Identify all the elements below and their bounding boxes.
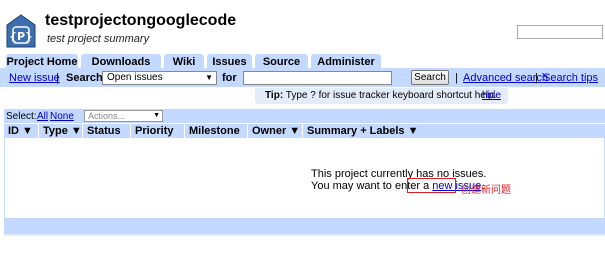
main-tabs: Project Home Downloads Wiki Issues Sourc… (6, 54, 381, 69)
tab-project-home[interactable]: Project Home (6, 54, 78, 69)
search-button[interactable]: Search (411, 70, 449, 85)
svg-text:{P}: {P} (9, 30, 33, 43)
select-bar: Select: All None Actions... ▼ (4, 109, 605, 123)
issue-table-body (4, 138, 605, 218)
tab-downloads[interactable]: Downloads (81, 54, 161, 69)
tip-box: Tip: Type ? for issue tracker keyboard s… (255, 88, 508, 104)
search-tips-link[interactable]: Search tips (543, 72, 598, 84)
dropdown-arrow-icon: ▼ (153, 112, 160, 119)
search-label: Search (66, 72, 103, 84)
separator: | (535, 72, 538, 84)
select-all-link[interactable]: All (37, 111, 48, 122)
column-type[interactable]: Type ▼ (38, 124, 82, 138)
project-name[interactable]: testprojectongooglecode (45, 12, 236, 30)
annotation-text: 创建新问题 (461, 185, 511, 196)
tab-administer[interactable]: Administer (311, 54, 381, 69)
issue-search-bar: New issue | Search Open issues ▼ for Sea… (0, 69, 605, 87)
actions-placeholder: Actions... (88, 111, 126, 121)
project-summary: test project summary (47, 33, 150, 45)
dropdown-arrow-icon: ▼ (205, 73, 213, 82)
tab-wiki[interactable]: Wiki (164, 54, 204, 69)
issue-query-input[interactable] (243, 71, 392, 85)
hide-tip-link[interactable]: hide (482, 90, 501, 101)
enter-issue-message: You may want to enter a new issue. (311, 180, 484, 192)
column-id[interactable]: ID ▼ (4, 124, 36, 138)
column-status[interactable]: Status ▼ (82, 124, 130, 151)
select-none-link[interactable]: None (50, 111, 74, 122)
tip-message: Type ? for issue tracker keyboard shortc… (285, 90, 497, 101)
no-issues-message: This project currently has no issues. (311, 168, 487, 180)
footer-divider (4, 234, 605, 236)
actions-select[interactable]: Actions... ▼ (84, 110, 163, 122)
select-label: Select: (6, 111, 37, 122)
project-logo-icon[interactable]: {P} (6, 14, 36, 48)
column-priority[interactable]: Priority ▼ (130, 124, 184, 151)
column-summary-labels[interactable]: Summary + Labels ▼ (302, 124, 422, 138)
column-milestone[interactable]: Milestone ▼ (184, 124, 247, 151)
tab-source[interactable]: Source (255, 54, 308, 69)
tip-text: Tip: Type ? for issue tracker keyboard s… (265, 90, 496, 101)
issue-table-footer (4, 218, 605, 234)
column-owner[interactable]: Owner ▼ (247, 124, 302, 138)
site-search-input[interactable] (517, 25, 603, 39)
tip-prefix: Tip: (265, 90, 284, 101)
search-scope-select[interactable]: Open issues ▼ (102, 71, 217, 85)
annotation-highlight-box (407, 178, 456, 193)
tab-issues[interactable]: Issues (207, 54, 252, 69)
new-issue-link[interactable]: New issue (9, 72, 60, 84)
separator: | (455, 72, 458, 84)
separator: | (56, 72, 59, 84)
search-scope-value: Open issues (107, 72, 163, 83)
issue-table-header: ID ▼ Type ▼ Status ▼ Priority ▼ Mileston… (4, 124, 605, 151)
for-label: for (222, 72, 237, 84)
